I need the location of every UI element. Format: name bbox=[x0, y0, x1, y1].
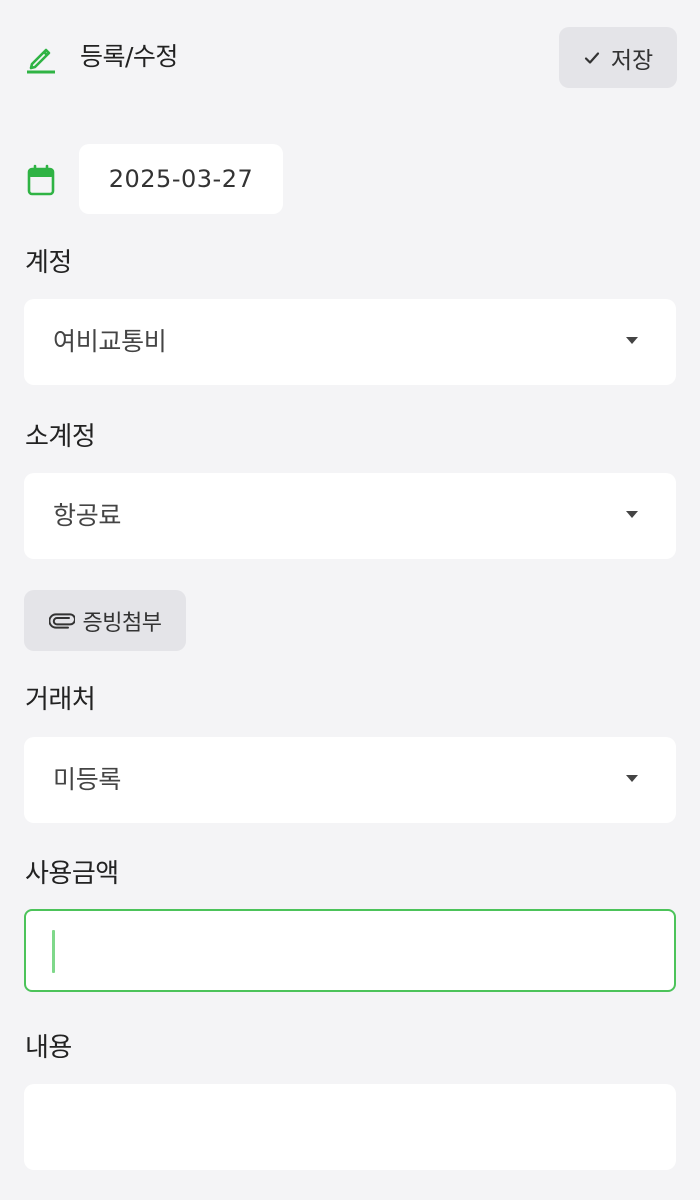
content-label: 내용 bbox=[25, 1033, 72, 1063]
attach-receipt-label: 증빙첨부 bbox=[82, 610, 162, 636]
caret-down-icon bbox=[626, 511, 638, 518]
date-value: 2025-03-27 bbox=[108, 165, 254, 193]
paperclip-icon bbox=[48, 612, 75, 629]
amount-label: 사용금액 bbox=[25, 859, 119, 889]
content-input[interactable] bbox=[24, 1084, 676, 1170]
text-cursor bbox=[52, 930, 55, 973]
caret-down-icon bbox=[626, 775, 638, 782]
pencil-icon bbox=[27, 48, 55, 74]
date-field[interactable]: 2025-03-27 bbox=[79, 144, 283, 214]
account-select[interactable]: 여비교통비 bbox=[24, 299, 676, 385]
amount-input[interactable] bbox=[24, 909, 676, 992]
header: 등록/수정 저장 bbox=[0, 0, 700, 115]
account-select-value: 여비교통비 bbox=[53, 327, 167, 356]
sub-account-label: 소계정 bbox=[25, 422, 96, 452]
attach-receipt-button[interactable]: 증빙첨부 bbox=[24, 590, 186, 651]
check-icon bbox=[584, 51, 599, 64]
vendor-select[interactable]: 미등록 bbox=[24, 737, 676, 823]
sub-account-select[interactable]: 항공료 bbox=[24, 473, 676, 559]
vendor-select-value: 미등록 bbox=[53, 765, 122, 794]
account-label: 계정 bbox=[25, 248, 72, 278]
save-button-label: 저장 bbox=[610, 47, 654, 74]
caret-down-icon bbox=[626, 337, 638, 344]
page-title: 등록/수정 bbox=[80, 42, 178, 71]
sub-account-select-value: 항공료 bbox=[53, 501, 122, 530]
calendar-icon[interactable] bbox=[27, 164, 55, 196]
vendor-label: 거래처 bbox=[25, 685, 96, 715]
save-button[interactable]: 저장 bbox=[559, 27, 677, 88]
